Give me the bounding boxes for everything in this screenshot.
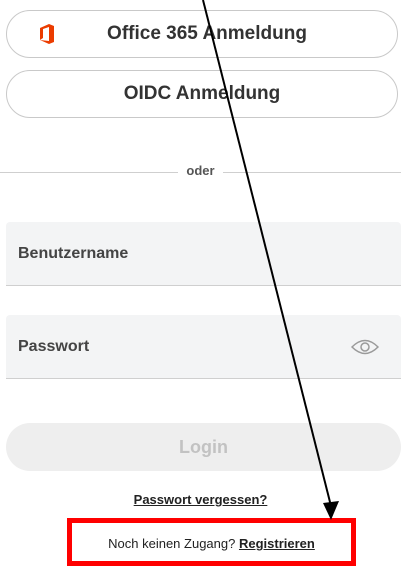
register-row: Noch keinen Zugang? Registrieren: [70, 536, 353, 551]
office365-login-button[interactable]: Office 365 Anmeldung: [6, 10, 398, 58]
oidc-login-label: OIDC Anmeldung: [123, 83, 281, 104]
divider-label: oder: [0, 163, 401, 178]
login-label: Login: [179, 436, 228, 457]
eye-icon[interactable]: [351, 338, 379, 356]
username-field[interactable]: Benutzername: [6, 222, 401, 286]
office365-login-label: Office 365 Anmeldung: [107, 23, 307, 44]
password-label: Passwort: [18, 338, 90, 355]
password-field[interactable]: Passwort: [6, 315, 401, 379]
office-logo-icon: [40, 24, 54, 44]
no-account-prompt: Noch keinen Zugang?: [108, 536, 236, 551]
forgot-password-link[interactable]: Passwort vergessen?: [0, 492, 401, 507]
login-button[interactable]: Login: [6, 423, 401, 471]
register-link[interactable]: Registrieren: [239, 536, 315, 551]
username-label: Benutzername: [18, 245, 129, 262]
oidc-login-button[interactable]: OIDC Anmeldung: [6, 70, 398, 118]
